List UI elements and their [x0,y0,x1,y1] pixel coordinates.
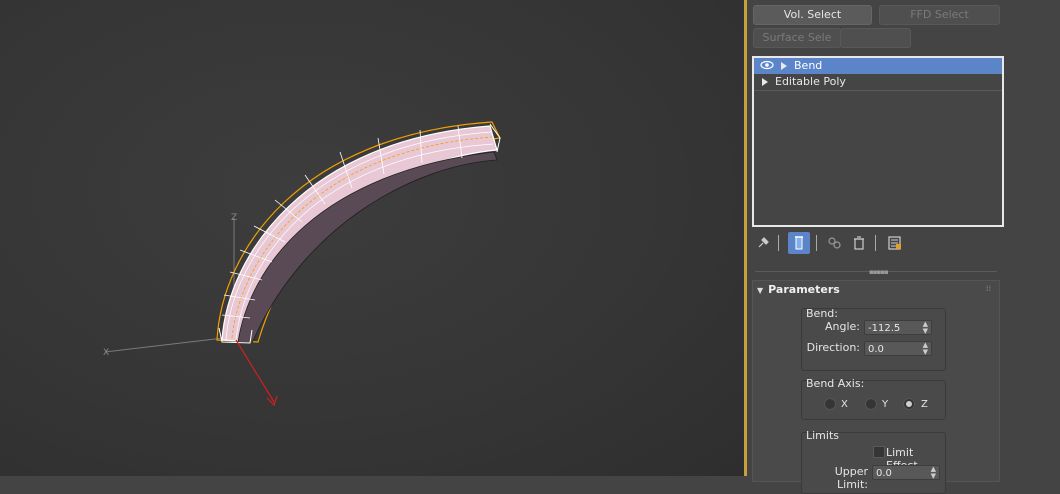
ffd-select-button[interactable]: FFD Select [879,5,1000,25]
show-end-result-icon[interactable] [788,232,810,254]
toolbar-separator [816,235,817,251]
x-axis-line [104,336,233,353]
stack-item-label: Bend [794,59,823,72]
modifier-stack-list[interactable]: Bend Editable Poly [752,56,1004,227]
stack-item-bend[interactable]: Bend [754,58,1002,74]
direction-spinner[interactable]: 0.0 ▲ ▼ [864,341,932,356]
axis-x-radio[interactable] [824,398,836,410]
spinner-arrows-icon[interactable]: ▲ ▼ [923,321,928,335]
spinner-arrows-icon[interactable]: ▲ ▼ [923,342,928,356]
gizmo-arrow [235,339,275,403]
parameters-rollout: ▼ Parameters ⁞⁞ Bend: Angle: -112.5 ▲ ▼ Di… [752,280,1000,494]
upper-limit-value: 0.0 [876,468,892,479]
bend-group: Bend: Angle: -112.5 ▲ ▼ Direction: 0.0 ▲ ▼ [801,307,946,371]
axis-z-label: Z [921,399,928,410]
stack-item-label: Editable Poly [775,75,846,88]
transform-gizmo[interactable] [235,339,278,407]
axis-y-label: Y [882,399,889,410]
toolbar-separator [778,235,779,251]
vol-select-button[interactable]: Vol. Select [753,5,872,25]
empty-modifier-button[interactable] [840,28,911,48]
bent-tube-mesh[interactable] [216,121,501,344]
upper-limit-spinner[interactable]: 0.0 ▲ ▼ [872,465,940,480]
angle-spinner[interactable]: -112.5 ▲ ▼ [864,320,932,335]
upper-limit-label: Upper Limit: [834,465,868,491]
stack-toolbar [747,232,1060,254]
angle-label: Angle: [824,320,860,333]
gizmo-arrowhead [266,395,278,407]
stack-item-editable-poly[interactable]: Editable Poly [754,74,1002,91]
surface-select-button[interactable]: Surface Sele [753,28,841,48]
perspective-viewport[interactable]: X Z [0,0,744,476]
expand-arrow-icon[interactable] [762,78,768,86]
collapse-arrow-icon[interactable]: ▼ [757,286,763,295]
direction-value: 0.0 [868,344,884,355]
limits-group: Limits Limit Effect Upper Limit: 0.0 ▲▼ [801,429,946,494]
bend-axis-label: Bend Axis: [806,377,865,390]
z-axis-label: Z [231,213,237,223]
remove-modifier-icon[interactable] [848,232,870,254]
scene[interactable]: X Z [0,0,744,476]
panel-resize-grip[interactable]: ▪▪▪▪▪ [869,268,889,276]
direction-label: Direction: [806,341,860,354]
configure-modifier-sets-icon[interactable] [884,232,906,254]
spinner-arrows-icon[interactable]: ▲ ▼ [931,466,936,480]
expand-arrow-icon[interactable] [781,62,787,70]
limits-label: Limits [806,429,839,442]
pin-stack-icon[interactable] [752,232,774,254]
axis-z-radio[interactable] [903,398,915,410]
x-axis-label: X [103,348,109,358]
toolbar-separator [875,235,876,251]
modify-panel: Vol. Select FFD Select Surface Sele Bend… [747,0,1060,494]
bend-group-label: Bend: [806,307,838,320]
limit-effect-checkbox[interactable] [873,446,885,458]
axis-y-radio[interactable] [865,398,877,410]
angle-value: -112.5 [868,323,901,334]
make-unique-icon[interactable] [824,232,846,254]
parameters-header[interactable]: ▼ Parameters [757,283,840,296]
bend-axis-group: Bend Axis: X Y Z [801,377,946,420]
parameters-title: Parameters [768,283,840,296]
axis-x-label: X [841,399,848,410]
rollout-grip-icon[interactable]: ⁞⁞ [986,284,991,293]
